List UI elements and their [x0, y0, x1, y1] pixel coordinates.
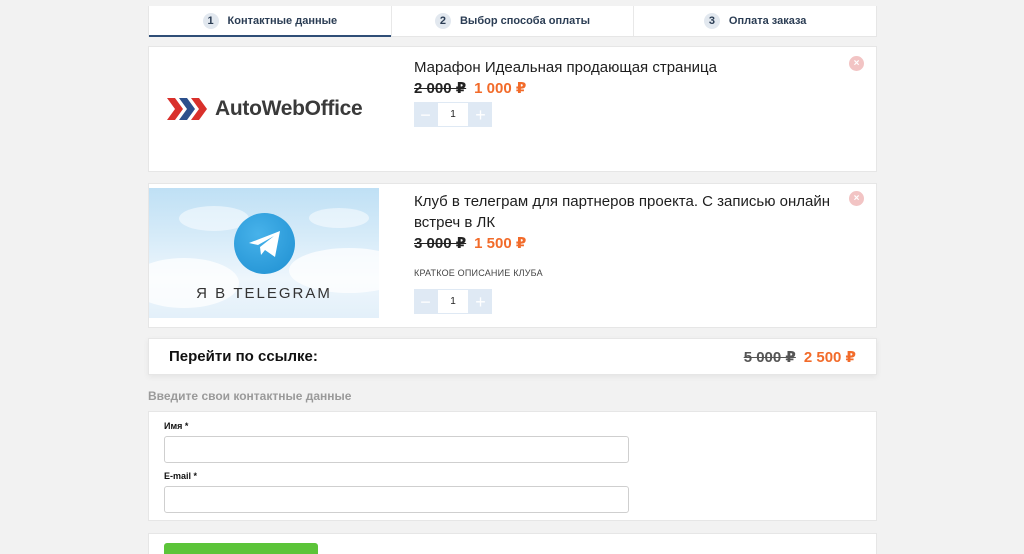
submit-section [148, 533, 877, 554]
remove-item-button[interactable]: × [849, 56, 864, 71]
logo-text: AutoWebOffice [215, 97, 363, 120]
old-price: 3 000 ₽ [414, 235, 467, 252]
decrease-button[interactable]: − [414, 289, 437, 314]
autowebofice-logo: AutoWebOffice [167, 97, 363, 121]
quantity-input[interactable]: 1 [437, 289, 469, 314]
total-price: 5 000 ₽ 2 500 ₽ [744, 348, 856, 366]
step-number: 3 [703, 13, 720, 29]
telegram-banner-image: Я В TELEGRAM [149, 188, 379, 318]
name-label: Имя * [164, 421, 189, 431]
checkout-steps: 1 Контактные данные 2 Выбор способа опла… [148, 6, 877, 37]
product-description: КРАТКОЕ ОПИСАНИЕ КЛУБА [414, 268, 543, 278]
increase-button[interactable]: + [469, 289, 492, 314]
step-order-payment[interactable]: 3 Оплата заказа [634, 6, 876, 36]
banner-text: Я В TELEGRAM [196, 285, 332, 302]
product-title: Клуб в телеграм для партнеров проекта. С… [414, 193, 831, 231]
step-label: Контактные данные [227, 15, 338, 27]
step-label: Оплата заказа [728, 15, 807, 27]
cart-item: Я В TELEGRAM Клуб в телеграм для партнер… [148, 183, 877, 328]
product-price: 2 000 ₽ 1 000 ₽ [414, 79, 836, 97]
telegram-icon [234, 213, 295, 274]
chevrons-logo-icon [167, 98, 207, 120]
step-label: Выбор способа оплаты [459, 15, 591, 27]
step-contact-data[interactable]: 1 Контактные данные [149, 6, 392, 37]
new-price: 1 000 ₽ [474, 80, 527, 97]
old-price: 2 000 ₽ [414, 80, 467, 97]
email-input[interactable] [164, 486, 629, 513]
cart-item: AutoWebOffice Марафон Идеальная продающа… [148, 46, 877, 172]
contact-form: Имя * E-mail * [148, 411, 877, 521]
product-title: Марафон Идеальная продающая страница [414, 59, 717, 76]
name-input[interactable] [164, 436, 629, 463]
decrease-button[interactable]: − [414, 102, 437, 127]
product-image: AutoWebOffice [149, 47, 379, 171]
new-price: 1 500 ₽ [474, 235, 527, 252]
total-label: Перейти по ссылке: [169, 348, 318, 365]
step-number: 1 [202, 13, 219, 29]
remove-item-button[interactable]: × [849, 191, 864, 206]
order-total: Перейти по ссылке: 5 000 ₽ 2 500 ₽ [148, 338, 877, 375]
product-price: 3 000 ₽ 1 500 ₽ [414, 234, 836, 252]
step-payment-method[interactable]: 2 Выбор способа оплаты [392, 6, 635, 36]
submit-button[interactable] [164, 543, 318, 554]
total-old-price: 5 000 ₽ [743, 348, 796, 366]
step-number: 2 [434, 13, 451, 29]
increase-button[interactable]: + [469, 102, 492, 127]
email-label: E-mail * [164, 471, 198, 481]
quantity-stepper: − 1 + [414, 102, 836, 127]
contact-section-title: Введите свои контактные данные [148, 389, 352, 403]
quantity-input[interactable]: 1 [437, 102, 469, 127]
total-new-price: 2 500 ₽ [803, 348, 856, 366]
quantity-stepper: − 1 + [414, 289, 836, 314]
